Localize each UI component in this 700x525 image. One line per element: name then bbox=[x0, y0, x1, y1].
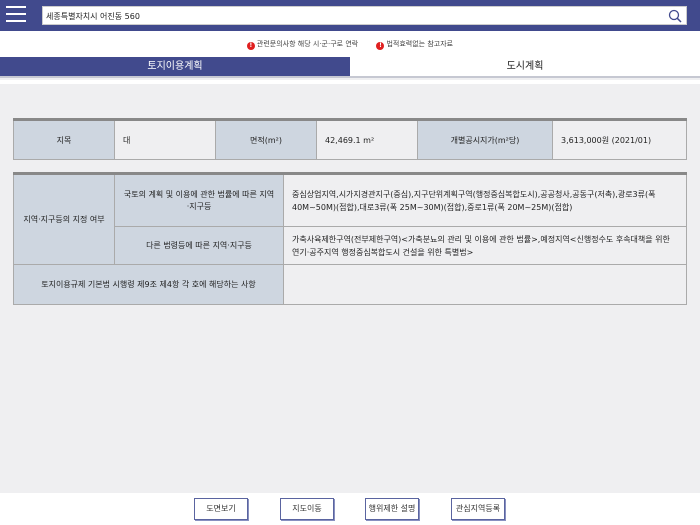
row3-value bbox=[283, 264, 687, 305]
area-label: 면적(m²) bbox=[215, 119, 317, 160]
price-label: 개별공시지가(m²당) bbox=[417, 119, 553, 160]
tab-land-use-plan[interactable]: 토지이용계획 bbox=[0, 57, 350, 76]
register-interest-button[interactable]: 관심지역등록 bbox=[451, 498, 505, 520]
row1-value: 중심상업지역,시가지경관지구(중심),지구단위계획구역(행정중심복합도시),공공… bbox=[283, 173, 687, 227]
notice-legal: 법적효력없는 참고자료 bbox=[386, 40, 454, 48]
tab-urban-plan[interactable]: 도시계획 bbox=[350, 57, 700, 76]
row1-label: 국토의 계획 및 이용에 관한 법률에 따른 지역·지구등 bbox=[114, 173, 284, 227]
tab-bar: 토지이용계획 도시계획 bbox=[0, 57, 700, 78]
row2-label: 다른 법령등에 따른 지역·지구등 bbox=[114, 226, 284, 265]
area-value: 42,469.1 m² bbox=[316, 119, 418, 160]
notice-contact: 관련문의사항 해당 시·군·구로 연락 bbox=[256, 40, 359, 48]
alert-icon: ! bbox=[246, 42, 255, 50]
search-value[interactable]: 세종특별자치시 어진동 560 bbox=[46, 11, 140, 22]
alert-icon: ! bbox=[376, 42, 385, 50]
move-map-button[interactable]: 지도이동 bbox=[280, 498, 334, 520]
summary-table: 지목 대 면적(m²) 42,469.1 m² 개별공시지가(m²당) 3,61… bbox=[13, 118, 687, 160]
price-value: 3,613,000원 (2021/01) bbox=[552, 119, 687, 160]
zoning-table: 지역·지구등의 지정 여부 국토의 계획 및 이용에 관한 법률에 따른 지역·… bbox=[13, 172, 687, 305]
search-icon[interactable] bbox=[668, 9, 682, 23]
jimok-value: 대 bbox=[114, 119, 216, 160]
hamburger-icon[interactable] bbox=[6, 6, 26, 24]
row3-label: 토지이용규제 기본법 시행령 제9조 제4항 각 호에 해당하는 사항 bbox=[13, 264, 284, 305]
footer: 도면보기 지도이동 행위제한 설명 관심지역등록 bbox=[0, 493, 700, 525]
header: 세종특별자치시 어진동 560 bbox=[0, 0, 700, 31]
restriction-info-button[interactable]: 행위제한 설명 bbox=[365, 498, 419, 520]
notice-bar: ! 관련문의사항 해당 시·군·구로 연락 ! 법적효력없는 참고자료 bbox=[0, 31, 700, 57]
search-input[interactable]: 세종특별자치시 어진동 560 bbox=[42, 6, 687, 25]
view-drawing-button[interactable]: 도면보기 bbox=[194, 498, 248, 520]
zoning-group-label: 지역·지구등의 지정 여부 bbox=[13, 173, 115, 265]
row2-value: 가축사육제한구역(전부제한구역)<가축분뇨의 관리 및 이용에 관한 법률>,예… bbox=[283, 226, 687, 265]
jimok-label: 지목 bbox=[13, 119, 115, 160]
